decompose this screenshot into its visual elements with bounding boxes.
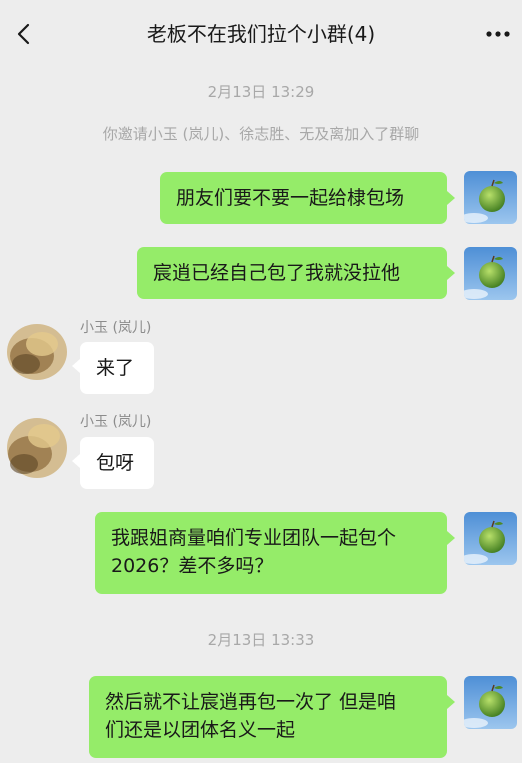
bubble-tail — [447, 266, 455, 280]
apple-avatar-icon — [464, 512, 517, 565]
contact-message-bubble[interactable]: 来了 — [80, 342, 154, 394]
chat-title: 老板不在我们拉个小群(4) — [146, 22, 376, 46]
timestamp: 2月13日 13:33 — [207, 631, 315, 649]
message-text: 朋友们要不要一起给棣包场 — [176, 187, 405, 209]
bubble-tail — [447, 191, 455, 205]
contact-avatar[interactable] — [2, 410, 72, 482]
bubble-tail — [447, 531, 455, 545]
message-text-line: 我跟姐商量咱们专业团队一起包个 — [111, 527, 397, 549]
more-button[interactable] — [484, 20, 512, 48]
message-text: 包呀 — [96, 452, 135, 474]
message-text: 来了 — [96, 357, 135, 379]
bubble-tail — [72, 359, 80, 373]
blurred-avatar-icon — [2, 316, 72, 386]
back-button[interactable] — [10, 20, 38, 48]
my-message-bubble[interactable]: 宸逍已经自己包了我就没拉他 — [137, 247, 447, 299]
apple-avatar-icon — [464, 247, 517, 300]
my-avatar[interactable] — [464, 171, 517, 224]
system-notice: 你邀请小玉 (岚儿)、徐志胜、无及离加入了群聊 — [102, 125, 420, 143]
message-text-line: 然后就不让宸逍再包一次了 但是咱 — [105, 691, 397, 713]
message-text: 宸逍已经自己包了我就没拉他 — [153, 262, 401, 284]
contact-message-bubble[interactable]: 包呀 — [80, 437, 154, 489]
blurred-avatar-icon — [2, 410, 72, 482]
message-text-line: 们还是以团体名义一起 — [105, 719, 296, 741]
more-dots-icon — [486, 31, 510, 37]
chat-header: 老板不在我们拉个小群(4) — [0, 0, 522, 66]
apple-avatar-icon — [464, 676, 517, 729]
my-avatar[interactable] — [464, 512, 517, 565]
timestamp: 2月13日 13:29 — [207, 83, 315, 101]
chevron-left-icon — [17, 23, 30, 45]
bubble-tail — [72, 454, 80, 468]
bubble-tail — [447, 695, 455, 709]
my-avatar[interactable] — [464, 676, 517, 729]
my-message-bubble[interactable]: 我跟姐商量咱们专业团队一起包个 2026？差不多吗？ — [95, 512, 447, 594]
my-message-bubble[interactable]: 然后就不让宸逍再包一次了 但是咱 们还是以团体名义一起 — [89, 676, 447, 758]
message-text-line: 2026？差不多吗？ — [111, 555, 274, 577]
my-message-bubble[interactable]: 朋友们要不要一起给棣包场 — [160, 172, 447, 224]
contact-avatar[interactable] — [2, 316, 72, 386]
my-avatar[interactable] — [464, 247, 517, 300]
sender-name: 小玉 (岚儿) — [80, 414, 152, 430]
sender-name: 小玉 (岚儿) — [80, 320, 152, 336]
apple-avatar-icon — [464, 171, 517, 224]
